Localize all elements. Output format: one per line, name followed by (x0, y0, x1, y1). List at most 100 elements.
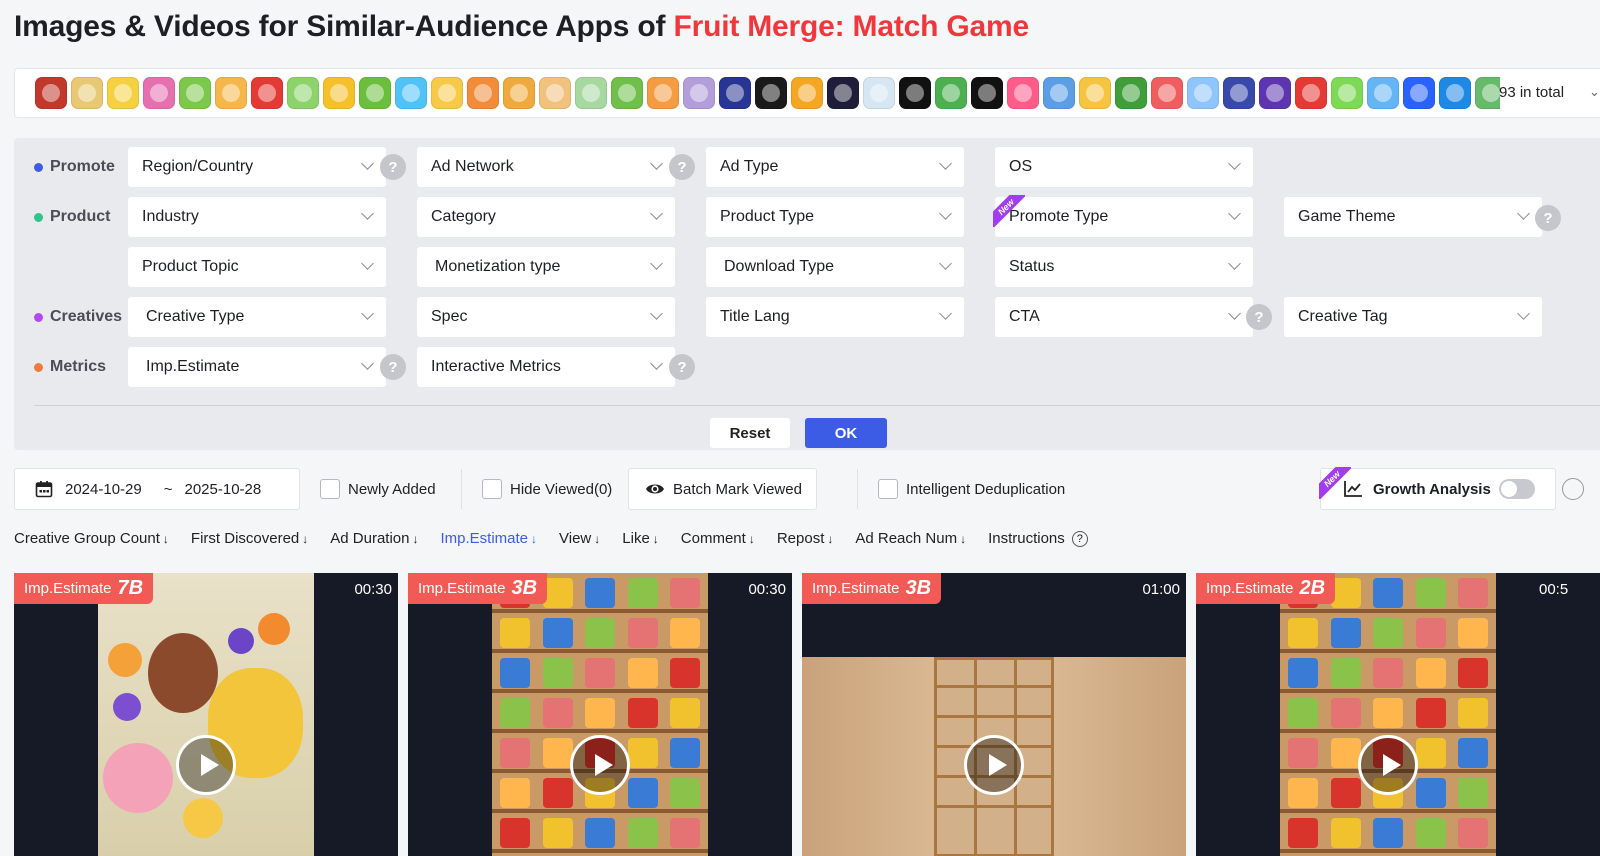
play-icon[interactable] (176, 735, 236, 795)
instructions-link[interactable]: Instructions? (988, 530, 1088, 547)
spec-select[interactable]: Spec (417, 297, 675, 337)
app-icon[interactable] (1259, 77, 1291, 109)
app-icon[interactable] (575, 77, 607, 109)
date-to[interactable]: 2025-10-28 (185, 481, 262, 498)
app-icon[interactable] (935, 77, 967, 109)
app-icon[interactable] (683, 77, 715, 109)
app-icon[interactable] (971, 77, 1003, 109)
app-icon[interactable] (1331, 77, 1363, 109)
download-type-select[interactable]: Download Type (706, 247, 964, 287)
promote-type-select[interactable]: New Promote Type (993, 195, 1253, 237)
app-icon[interactable] (791, 77, 823, 109)
app-icon[interactable] (1187, 77, 1219, 109)
date-from[interactable]: 2024-10-29 (65, 481, 142, 498)
app-icon[interactable] (647, 77, 679, 109)
app-icon[interactable] (863, 77, 895, 109)
help-icon[interactable]: ? (669, 154, 695, 180)
sort-option[interactable]: Ad Reach Num ↓ (855, 530, 966, 547)
help-icon[interactable]: ? (1535, 205, 1561, 231)
date-range-picker[interactable]: 2024-10-29 ~ 2025-10-28 (14, 468, 300, 510)
checkbox-box[interactable] (482, 479, 502, 499)
creative-card[interactable]: Imp.Estimate 3B 01:00 (802, 573, 1186, 856)
app-icon[interactable] (323, 77, 355, 109)
industry-select[interactable]: Industry (128, 197, 386, 237)
sort-option[interactable]: Imp.Estimate ↓ (440, 530, 537, 547)
product-type-select[interactable]: Product Type (706, 197, 964, 237)
app-icon[interactable] (395, 77, 427, 109)
app-icon[interactable] (755, 77, 787, 109)
growth-analysis-toggle[interactable] (1499, 479, 1535, 499)
title-lang-select[interactable]: Title Lang (706, 297, 964, 337)
app-icon[interactable] (1439, 77, 1471, 109)
monetization-type-select[interactable]: Monetization type (417, 247, 675, 287)
batch-mark-viewed-button[interactable]: Batch Mark Viewed (628, 468, 817, 510)
sort-option[interactable]: First Discovered ↓ (191, 530, 308, 547)
sort-option[interactable]: Repost ↓ (777, 530, 834, 547)
help-icon[interactable]: ? (1246, 304, 1272, 330)
app-icon[interactable] (719, 77, 751, 109)
app-icon[interactable] (467, 77, 499, 109)
app-icon[interactable] (143, 77, 175, 109)
app-icon[interactable] (827, 77, 859, 109)
checkbox-box[interactable] (320, 479, 340, 499)
ad-type-select[interactable]: Ad Type (706, 147, 964, 187)
app-icon[interactable] (215, 77, 247, 109)
sort-option[interactable]: Ad Duration ↓ (330, 530, 418, 547)
interactive-metrics-select[interactable]: Interactive Metrics (417, 347, 675, 387)
app-icon[interactable] (1151, 77, 1183, 109)
app-icon[interactable] (71, 77, 103, 109)
help-icon[interactable]: ? (380, 154, 406, 180)
app-icon[interactable] (1295, 77, 1327, 109)
hide-viewed-checkbox[interactable]: Hide Viewed(0) (482, 479, 612, 499)
newly-added-checkbox[interactable]: Newly Added (320, 479, 436, 499)
app-icon[interactable] (431, 77, 463, 109)
creative-tag-select[interactable]: Creative Tag (1284, 297, 1542, 337)
play-icon[interactable] (1358, 735, 1418, 795)
app-icon[interactable] (1043, 77, 1075, 109)
category-select[interactable]: Category (417, 197, 675, 237)
status-select[interactable]: Status (995, 247, 1253, 287)
game-theme-select[interactable]: Game Theme (1284, 197, 1542, 237)
app-icon[interactable] (179, 77, 211, 109)
help-icon[interactable]: ? (380, 354, 406, 380)
title-app-name[interactable]: Fruit Merge: Match Game (673, 10, 1029, 43)
sort-option[interactable]: Creative Group Count ↓ (14, 530, 169, 547)
ad-network-select[interactable]: Ad Network (417, 147, 675, 187)
app-icon[interactable] (611, 77, 643, 109)
app-icon[interactable] (251, 77, 283, 109)
app-icon[interactable] (1079, 77, 1111, 109)
product-topic-select[interactable]: Product Topic (128, 247, 386, 287)
app-icon[interactable] (1367, 77, 1399, 109)
sort-option[interactable]: Like ↓ (622, 530, 659, 547)
imp-estimate-select[interactable]: Imp.Estimate (128, 347, 386, 387)
creative-type-select[interactable]: Creative Type (128, 297, 386, 337)
cta-select[interactable]: CTA (995, 297, 1253, 337)
play-icon[interactable] (570, 735, 630, 795)
intelligent-dedup-checkbox[interactable]: Intelligent Deduplication (878, 479, 1065, 499)
creative-card[interactable]: Imp.Estimate 7B 00:30 (14, 573, 398, 856)
app-icon[interactable] (1115, 77, 1147, 109)
expand-apps-chevron-icon[interactable]: ⌄ (1589, 84, 1600, 100)
app-icon[interactable] (1007, 77, 1039, 109)
app-icon[interactable] (35, 77, 67, 109)
reset-button[interactable]: Reset (710, 418, 790, 448)
app-icon[interactable] (1475, 77, 1500, 109)
os-select[interactable]: OS (995, 147, 1253, 187)
play-icon[interactable] (964, 735, 1024, 795)
info-circle-icon[interactable] (1562, 478, 1584, 500)
creative-card[interactable]: Imp.Estimate 3B 00:30 (408, 573, 792, 856)
app-icon[interactable] (539, 77, 571, 109)
ok-button[interactable]: OK (805, 418, 887, 448)
app-icon[interactable] (1223, 77, 1255, 109)
app-icon[interactable] (107, 77, 139, 109)
app-icon[interactable] (359, 77, 391, 109)
app-icon[interactable] (1403, 77, 1435, 109)
sort-option[interactable]: Comment ↓ (681, 530, 755, 547)
app-icon[interactable] (287, 77, 319, 109)
sort-option[interactable]: View ↓ (559, 530, 600, 547)
app-icon[interactable] (899, 77, 931, 109)
region-country-select[interactable]: Region/Country (128, 147, 386, 187)
checkbox-box[interactable] (878, 479, 898, 499)
creative-card[interactable]: Imp.Estimate 2B 00:5 (1196, 573, 1600, 856)
app-icon[interactable] (503, 77, 535, 109)
